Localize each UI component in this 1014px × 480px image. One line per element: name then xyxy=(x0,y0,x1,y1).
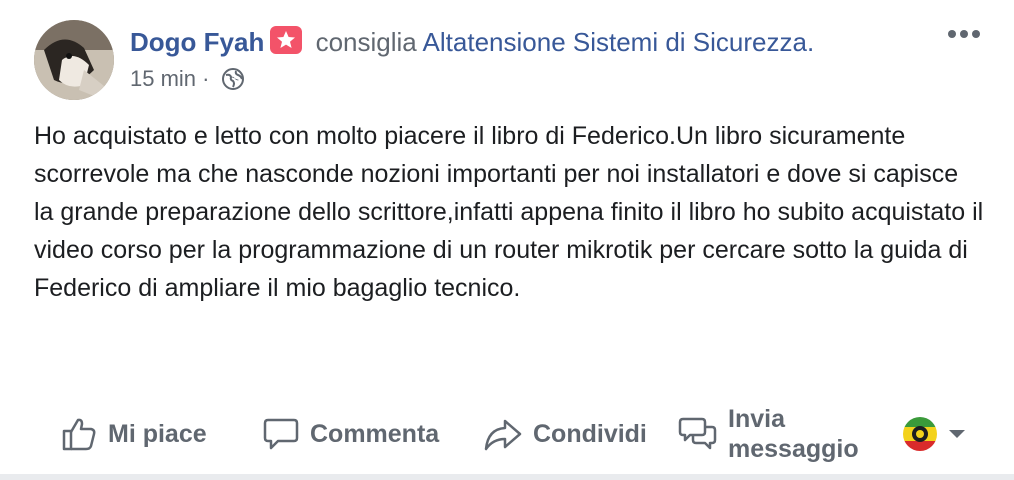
send-message-button[interactable]: Invia messaggio xyxy=(678,396,878,472)
avatar-photo xyxy=(34,20,114,100)
author-name[interactable]: Dogo Fyah xyxy=(130,27,264,57)
meta-separator: · xyxy=(202,66,210,91)
action-bar: Mi piace Commenta Condividi Invia messag… xyxy=(0,396,1014,472)
share-arrow-icon xyxy=(484,419,522,451)
send-message-label: Invia messaggio xyxy=(728,404,878,464)
post-header: Dogo Fyah consiglia Altatensione Sistemi… xyxy=(130,24,814,60)
like-label: Mi piace xyxy=(108,419,207,448)
send-message-label-line1: Invia xyxy=(728,405,785,433)
send-message-label-line2: messaggio xyxy=(728,435,859,463)
comment-button[interactable]: Commenta xyxy=(262,396,439,472)
globe-icon[interactable] xyxy=(221,68,244,98)
thumbs-up-icon xyxy=(62,418,96,451)
avatar[interactable] xyxy=(34,20,114,100)
chevron-down-icon xyxy=(949,430,965,438)
profile-flag-avatar-icon xyxy=(903,417,937,451)
star-badge-icon xyxy=(270,26,303,54)
timestamp[interactable]: 15 min xyxy=(130,66,196,91)
page-link[interactable]: Altatensione Sistemi di Sicurezza. xyxy=(423,27,815,57)
post-meta: 15 min · xyxy=(130,64,244,98)
post-card: Dogo Fyah consiglia Altatensione Sistemi… xyxy=(0,0,1014,480)
comment-icon xyxy=(263,418,299,450)
share-label: Condividi xyxy=(533,419,647,448)
reaction-picker[interactable] xyxy=(900,414,968,454)
message-icon xyxy=(678,417,717,450)
like-button[interactable]: Mi piace xyxy=(60,396,207,472)
recommend-verb: consiglia xyxy=(315,27,417,57)
more-options-icon[interactable] xyxy=(944,24,984,44)
share-button[interactable]: Condividi xyxy=(483,396,647,472)
post-text: Ho acquistato e letto con molto piacere … xyxy=(34,122,984,302)
divider xyxy=(0,474,1014,480)
comment-label: Commenta xyxy=(310,419,440,448)
